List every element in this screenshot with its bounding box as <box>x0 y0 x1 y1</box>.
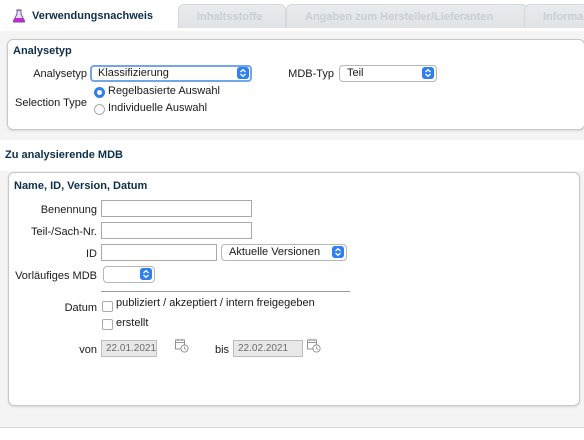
panel-title: Analysetyp <box>13 45 72 57</box>
section-header: Zu analysierende MDB <box>0 140 584 171</box>
vorlaeufiges-mdb-select[interactable] <box>103 266 155 283</box>
benennung-label: Benennung <box>40 204 97 216</box>
chevron-updown-icon <box>422 67 434 79</box>
id-label: ID <box>86 248 97 260</box>
teil-sach-nr-label: Teil-/Sach-Nr. <box>30 226 97 238</box>
tab-label: Angaben zum Hersteller/Lieferanten <box>305 11 494 23</box>
version-select-value: Aktuelle Versionen <box>229 246 321 258</box>
radio-label-individuell: Individuelle Auswahl <box>108 102 208 114</box>
calendar-clock-icon[interactable] <box>175 338 189 353</box>
tab-label: Verwendungsnachweis <box>32 10 154 22</box>
bis-date-input[interactable]: 22.02.2021 <box>233 340 303 357</box>
tab-inhaltsstoffe[interactable]: Inhaltsstoffe <box>178 4 286 28</box>
divider <box>101 291 350 292</box>
panel-title: Name, ID, Version, Datum <box>14 180 148 192</box>
checkbox-label-publiziert: publiziert / akzeptiert / intern freigeg… <box>116 297 315 309</box>
von-date-input[interactable]: 22.01.2021 <box>101 340 157 357</box>
chevron-updown-icon <box>237 67 249 79</box>
calendar-clock-icon[interactable] <box>307 338 321 353</box>
analysetyp-label: Analysetyp <box>33 68 87 80</box>
von-label: von <box>79 344 97 356</box>
mdb-typ-label: MDB-Typ <box>288 68 334 80</box>
analysetyp-panel: Analysetyp Analysetyp Klassifizierung MD… <box>7 39 584 130</box>
bis-label: bis <box>215 344 230 356</box>
tab-verwendungsnachweis[interactable]: Verwendungsnachweis <box>0 4 182 28</box>
version-select[interactable]: Aktuelle Versionen <box>221 244 347 261</box>
tab-angaben-hersteller[interactable]: Angaben zum Hersteller/Lieferanten <box>286 4 528 28</box>
chevron-updown-icon <box>140 268 152 280</box>
radio-individuelle-auswahl[interactable] <box>94 104 105 115</box>
analysetyp-select[interactable]: Klassifizierung <box>90 65 252 82</box>
teil-sach-nr-input[interactable] <box>101 222 252 239</box>
search-panel: Name, ID, Version, Datum Benennung Teil-… <box>8 172 580 406</box>
flask-icon <box>12 9 26 23</box>
selection-type-label: Selection Type <box>15 97 87 109</box>
mdb-typ-select[interactable]: Teil <box>339 65 437 82</box>
mdb-typ-select-value: Teil <box>347 67 364 79</box>
chevron-updown-icon <box>332 246 344 258</box>
checkbox-label-erstellt: erstellt <box>116 317 149 329</box>
analysetyp-select-value: Klassifizierung <box>98 67 169 79</box>
tab-label: Inhaltsstoffe <box>197 11 263 23</box>
tab-label: Informa <box>543 11 584 23</box>
checkbox-publiziert[interactable] <box>102 301 113 312</box>
von-date-value: 22.01.2021 <box>106 343 157 354</box>
radio-label-regelbasiert: Regelbasierte Auswahl <box>108 85 220 97</box>
tab-bar: Verwendungsnachweis Inhaltsstoffe Angabe… <box>0 0 584 31</box>
footer-strip <box>0 427 584 440</box>
section-title: Zu analysierende MDB <box>5 149 123 161</box>
radio-regelbasierte-auswahl[interactable] <box>94 87 105 98</box>
datum-label: Datum <box>64 302 97 314</box>
id-input[interactable] <box>101 244 217 261</box>
bis-date-value: 22.02.2021 <box>238 343 289 354</box>
benennung-input[interactable] <box>101 200 252 217</box>
tab-informationen[interactable]: Informa <box>524 4 584 28</box>
vorlaeufiges-mdb-label: Vorläufiges MDB <box>15 270 97 282</box>
checkbox-erstellt[interactable] <box>102 319 113 330</box>
